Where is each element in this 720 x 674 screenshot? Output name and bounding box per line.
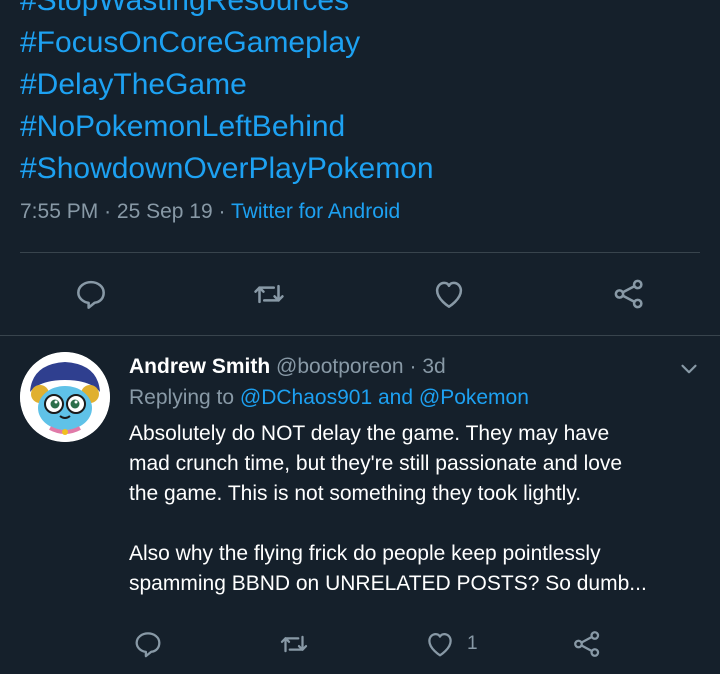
heart-icon — [423, 627, 457, 661]
reply-icon — [131, 627, 165, 661]
hashtag-link[interactable]: #ShowdownOverPlayPokemon — [20, 148, 710, 190]
avatar[interactable] — [20, 352, 110, 442]
share-button[interactable] — [610, 272, 648, 316]
tweet-action-bar — [0, 272, 720, 316]
meta-separator: · — [104, 200, 112, 223]
chevron-down-icon[interactable] — [676, 356, 702, 382]
hashtag-link[interactable]: #FocusOnCoreGameplay — [20, 22, 710, 64]
reply-button[interactable] — [72, 272, 110, 316]
retweet-button[interactable] — [277, 622, 311, 666]
share-icon — [570, 627, 604, 661]
share-icon — [610, 275, 648, 313]
replying-label: Replying to — [129, 386, 235, 409]
heart-icon — [430, 275, 468, 313]
hashtag-link[interactable]: #StopWastingResources — [20, 0, 710, 22]
reply-action-bar: 1 — [0, 622, 720, 666]
reply-icon — [72, 275, 110, 313]
tweet-date: 25 Sep 19 — [116, 200, 213, 223]
tweet-timestamp: 7:55 PM · 25 Sep 19 · Twitter for Androi… — [20, 200, 400, 224]
divider — [0, 335, 720, 336]
author-name[interactable]: Andrew Smith — [129, 355, 270, 378]
mention-link[interactable]: @DChaos901 — [240, 386, 372, 409]
tweet-text-line: the game. This is not something they too… — [129, 482, 582, 505]
reply-header: Andrew Smith @bootporeon · 3d — [129, 352, 446, 382]
tweet-text-line — [129, 509, 699, 539]
retweet-icon — [250, 275, 288, 313]
replying-conjunction: and — [377, 386, 414, 409]
mention-link[interactable]: @Pokemon — [419, 386, 529, 409]
divider — [20, 252, 700, 253]
like-button[interactable] — [430, 272, 468, 316]
retweet-icon — [277, 627, 311, 661]
tweet-text-line: mad crunch time, but they're still passi… — [129, 452, 623, 475]
retweet-button[interactable] — [250, 272, 288, 316]
tweet-text-line: Also why the flying frick do people keep… — [129, 542, 601, 565]
tweet-source-link[interactable]: Twitter for Android — [231, 200, 400, 223]
like-button[interactable]: 1 — [423, 622, 478, 666]
share-button[interactable] — [570, 622, 604, 666]
tweet-time: 7:55 PM — [20, 200, 99, 223]
author-handle[interactable]: @bootporeon — [276, 355, 404, 378]
tweet-body: Absolutely do NOT delay the game. They m… — [129, 419, 699, 599]
meta-separator: · — [218, 200, 226, 223]
hashtag-link[interactable]: #DelayTheGame — [20, 64, 710, 106]
tweet-text-line: spamming BBND on UNRELATED POSTS? So dum… — [129, 572, 647, 595]
meta-separator: · — [409, 355, 417, 378]
tweet-hashtags: #StopWastingResources #FocusOnCoreGamepl… — [20, 0, 710, 190]
hashtag-link[interactable]: #NoPokemonLeftBehind — [20, 106, 710, 148]
replying-to-line: Replying to @DChaos901 and @Pokemon — [129, 383, 529, 413]
like-count: 1 — [467, 633, 478, 654]
reply-button[interactable] — [131, 622, 165, 666]
tweet-text-line: Absolutely do NOT delay the game. They m… — [129, 422, 610, 445]
tweet-age: 3d — [422, 355, 446, 378]
